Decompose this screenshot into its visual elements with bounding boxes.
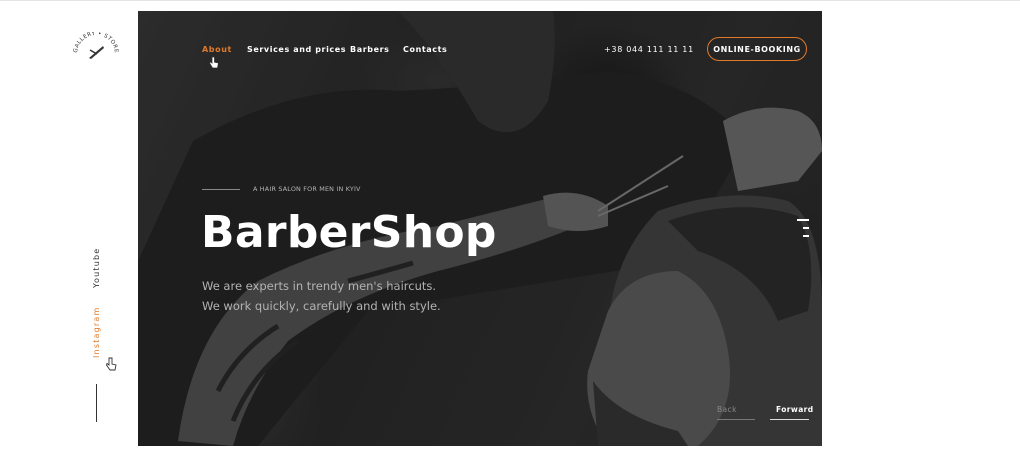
hero-kicker: A HAIR SALON FOR MEN IN KYIV <box>253 185 361 193</box>
back-button[interactable]: Back <box>717 405 737 414</box>
nav-services-and-prices[interactable]: Services and prices <box>247 45 346 54</box>
hero-title: BarberShop <box>201 207 497 258</box>
phone-number[interactable]: +38 044 111 11 11 <box>604 45 694 54</box>
logo[interactable]: GALLERY • STORE & MORE <box>71 32 121 72</box>
instagram-link[interactable]: Instagram <box>92 307 101 359</box>
hero-description-line-1: We are experts in trendy men's haircuts. <box>202 279 437 293</box>
logo-text: GALLERY • STORE & MORE <box>71 32 119 54</box>
forward-button[interactable]: Forward <box>776 405 814 414</box>
youtube-link[interactable]: Youtube <box>92 248 101 288</box>
kicker-divider <box>202 189 240 190</box>
hand-cursor-icon <box>209 56 219 69</box>
hero-section: About Services and prices Barbers Contac… <box>138 11 822 446</box>
hero-description: We are experts in trendy men's haircuts.… <box>202 276 441 316</box>
forward-underline <box>770 419 809 420</box>
slide-indicator-item[interactable] <box>803 235 809 237</box>
nav-contacts[interactable]: Contacts <box>403 45 447 54</box>
nav-barbers[interactable]: Barbers <box>350 45 390 54</box>
slide-indicator[interactable] <box>797 219 809 243</box>
rail-divider <box>96 384 97 422</box>
nav-about[interactable]: About <box>202 45 232 54</box>
hero-description-line-2: We work quickly, carefully and with styl… <box>202 299 441 313</box>
razor-icon <box>89 46 104 59</box>
slide-indicator-active[interactable] <box>797 219 809 221</box>
svg-text:GALLERY • STORE & MORE: GALLERY • STORE & MORE <box>71 32 119 54</box>
online-booking-button[interactable]: ONLINE-BOOKING <box>707 37 807 61</box>
back-underline <box>717 419 755 420</box>
slide-indicator-item[interactable] <box>803 227 809 229</box>
top-divider <box>0 0 1020 1</box>
pointer-cursor-icon <box>106 357 117 371</box>
